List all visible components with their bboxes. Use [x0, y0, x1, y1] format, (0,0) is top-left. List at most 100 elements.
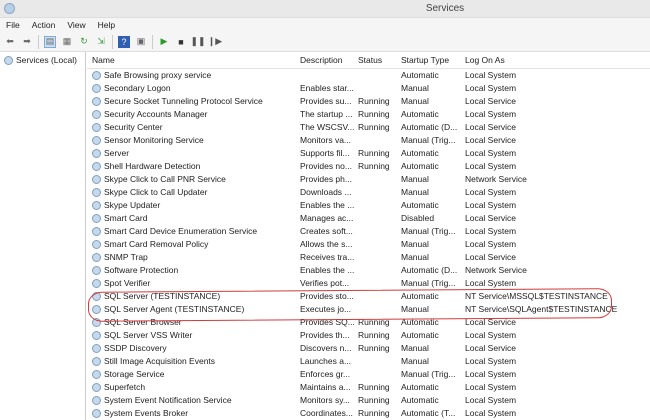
service-log-on-as: Local System	[465, 148, 517, 158]
service-row[interactable]: Security Center The WSCSV... Running Aut…	[87, 121, 650, 134]
service-row[interactable]: SQL Server VSS Writer Provides th... Run…	[87, 329, 650, 342]
service-row[interactable]: System Events Broker Coordinates... Runn…	[87, 407, 650, 420]
service-description: Monitors sy...	[300, 395, 350, 405]
service-startup-type: Manual	[401, 239, 429, 249]
service-log-on-as: Local System	[465, 83, 517, 93]
service-name: Security Center	[92, 121, 297, 134]
service-row[interactable]: Software Protection Enables the ... Auto…	[87, 264, 650, 277]
service-startup-type: Manual	[401, 83, 429, 93]
refresh-icon[interactable]: ↻	[78, 36, 90, 48]
service-log-on-as: Local System	[465, 109, 517, 119]
export-list-icon[interactable]: ⇲	[95, 36, 107, 48]
service-name: System Event Notification Service	[92, 394, 297, 407]
start-service-icon[interactable]: ▶	[158, 36, 170, 48]
service-gear-icon	[92, 344, 101, 353]
service-log-on-as: NT Service\MSSQL$TESTINSTANCE	[465, 291, 608, 301]
service-gear-icon	[92, 292, 101, 301]
service-row[interactable]: Sensor Monitoring Service Monitors va...…	[87, 134, 650, 147]
service-description: The startup ...	[300, 109, 353, 119]
service-row[interactable]: Smart Card Manages ac... Disabled Local …	[87, 212, 650, 225]
service-row[interactable]: Safe Browsing proxy service Automatic Lo…	[87, 69, 650, 82]
title-bar: Services	[0, 0, 650, 18]
column-name[interactable]: Name	[92, 55, 297, 65]
service-log-on-as: Local System	[465, 187, 517, 197]
properties-icon[interactable]: ▦	[61, 36, 73, 48]
service-row[interactable]: SNMP Trap Receives tra... Manual Local S…	[87, 251, 650, 264]
service-name: Skype Updater	[92, 199, 297, 212]
show-action-pane-icon[interactable]: ▣	[135, 36, 147, 48]
service-gear-icon	[92, 383, 101, 392]
service-row[interactable]: SSDP Discovery Discovers n... Running Ma…	[87, 342, 650, 355]
service-row[interactable]: Smart Card Removal Policy Allows the s..…	[87, 238, 650, 251]
service-log-on-as: Local System	[465, 382, 517, 392]
menu-view[interactable]: View	[67, 20, 85, 30]
service-status: Running	[358, 96, 390, 106]
service-gear-icon	[92, 136, 101, 145]
stop-service-icon[interactable]: ■	[175, 36, 187, 48]
back-icon[interactable]: ⬅	[4, 36, 16, 48]
service-startup-type: Automatic (D...	[401, 265, 458, 275]
service-row[interactable]: Shell Hardware Detection Provides no... …	[87, 160, 650, 173]
service-log-on-as: Local Service	[465, 135, 517, 145]
service-row[interactable]: Superfetch Maintains a... Running Automa…	[87, 381, 650, 394]
service-description: The WSCSV...	[300, 122, 355, 132]
service-row[interactable]: System Event Notification Service Monito…	[87, 394, 650, 407]
service-row[interactable]: SQL Server Browser Provides SQ... Runnin…	[87, 316, 650, 329]
service-row[interactable]: Skype Updater Enables the ... Automatic …	[87, 199, 650, 212]
service-startup-type: Manual	[401, 174, 429, 184]
service-row[interactable]: Secure Socket Tunneling Protocol Service…	[87, 95, 650, 108]
service-row[interactable]: Server Supports fil... Running Automatic…	[87, 147, 650, 160]
service-gear-icon	[92, 188, 101, 197]
service-row[interactable]: Still Image Acquisition Events Launches …	[87, 355, 650, 368]
service-startup-type: Automatic	[401, 200, 439, 210]
service-description: Receives tra...	[300, 252, 355, 262]
column-description[interactable]: Description	[300, 55, 355, 65]
service-gear-icon	[92, 396, 101, 405]
service-row[interactable]: Spot Verifier Verifies pot... Manual (Tr…	[87, 277, 650, 290]
service-gear-icon	[92, 123, 101, 132]
service-row[interactable]: Skype Click to Call PNR Service Provides…	[87, 173, 650, 186]
service-status: Running	[358, 161, 390, 171]
column-status[interactable]: Status	[358, 55, 400, 65]
forward-icon[interactable]: ➡	[21, 36, 33, 48]
service-row[interactable]: Skype Click to Call Updater Downloads ..…	[87, 186, 650, 199]
service-description: Executes jo...	[300, 304, 352, 314]
service-log-on-as: Local Service	[465, 96, 517, 106]
show-hide-console-tree-icon[interactable]: ▤	[44, 35, 56, 48]
column-startup-type[interactable]: Startup Type	[401, 55, 463, 65]
restart-service-icon[interactable]: ❙▶	[208, 36, 222, 48]
menu-help[interactable]: Help	[98, 20, 115, 30]
service-row[interactable]: Security Accounts Manager The startup ..…	[87, 108, 650, 121]
service-row[interactable]: Storage Service Enforces gr... Manual (T…	[87, 368, 650, 381]
service-gear-icon	[92, 214, 101, 223]
service-startup-type: Manual (Trig...	[401, 278, 456, 288]
services-list: Name Description Status Startup Type Log…	[87, 52, 650, 420]
service-row[interactable]: SQL Server Agent (TESTINSTANCE) Executes…	[87, 303, 650, 316]
divider	[152, 34, 153, 49]
service-description: Provides no...	[300, 161, 352, 171]
service-startup-type: Manual	[401, 252, 429, 262]
menu-file[interactable]: File	[6, 20, 20, 30]
service-startup-type: Manual	[401, 96, 429, 106]
help-icon[interactable]: ?	[118, 35, 130, 48]
service-log-on-as: Local System	[465, 408, 517, 418]
column-log-on-as[interactable]: Log On As	[465, 55, 650, 65]
service-name: Software Protection	[92, 264, 297, 277]
tree-item-services-local[interactable]: Services (Local)	[0, 52, 85, 68]
service-row[interactable]: Secondary Logon Enables star... Manual L…	[87, 82, 650, 95]
service-description: Provides ph...	[300, 174, 352, 184]
service-gear-icon	[92, 318, 101, 327]
service-log-on-as: Local System	[465, 278, 517, 288]
menu-action[interactable]: Action	[32, 20, 56, 30]
service-gear-icon	[92, 71, 101, 80]
service-description: Discovers n...	[300, 343, 352, 353]
service-status: Running	[358, 122, 390, 132]
service-gear-icon	[92, 331, 101, 340]
pause-service-icon[interactable]: ❚❚	[190, 36, 205, 48]
service-row[interactable]: SQL Server (TESTINSTANCE) Provides sto..…	[87, 290, 650, 303]
service-name: Sensor Monitoring Service	[92, 134, 297, 147]
service-name: System Events Broker	[92, 407, 297, 420]
service-name: SSDP Discovery	[92, 342, 297, 355]
service-row[interactable]: Smart Card Device Enumeration Service Cr…	[87, 225, 650, 238]
service-description: Enables star...	[300, 83, 354, 93]
